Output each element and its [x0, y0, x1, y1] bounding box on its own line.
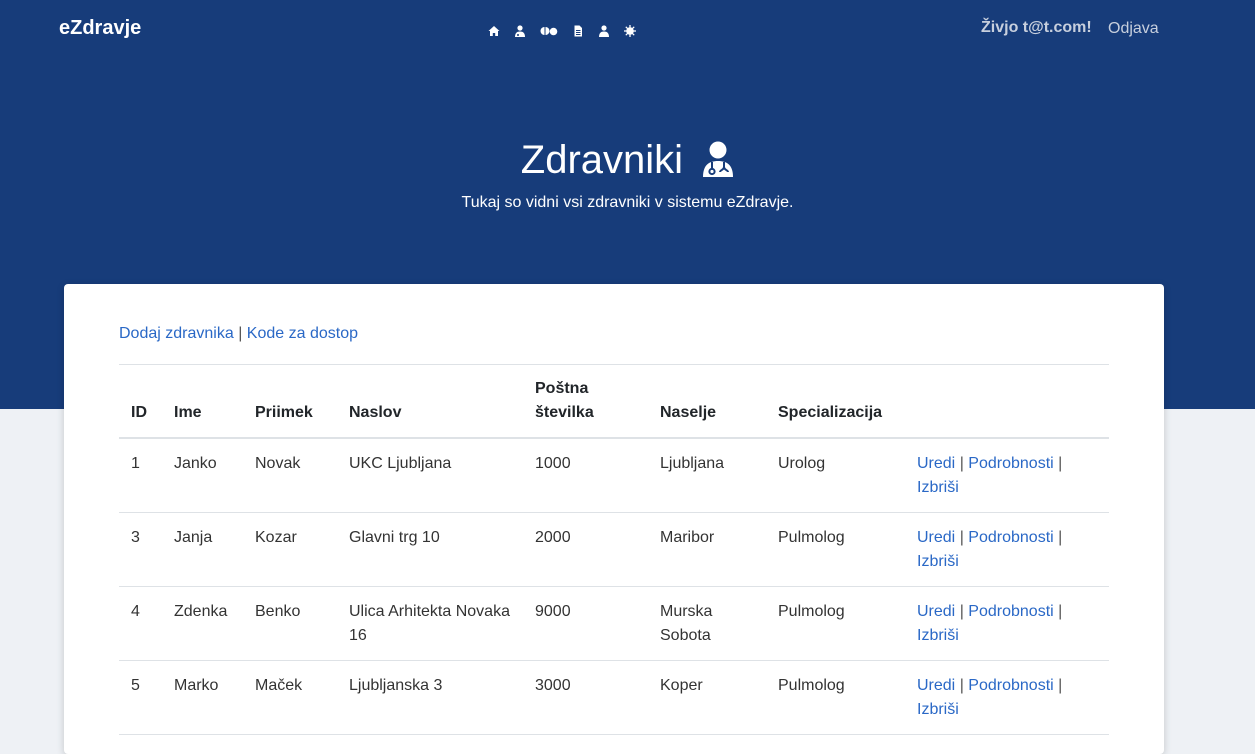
doctor-icon	[703, 141, 734, 177]
column-header-id: ID	[119, 365, 162, 439]
column-header-naselje: Naselje	[648, 365, 766, 439]
cell-postna-stevilka: 2000	[523, 512, 648, 587]
edit-link[interactable]: Uredi	[917, 603, 955, 620]
cell-priimek: Novak	[243, 438, 337, 513]
cell-id: 5	[119, 660, 162, 735]
column-header-specializacija: Specializacija	[766, 365, 905, 439]
cell-postna-stevilka: 3000	[523, 660, 648, 735]
details-link[interactable]: Podrobnosti	[968, 529, 1053, 546]
cell-specializacija: Urolog	[766, 438, 905, 513]
cell-naselje: Maribor	[648, 512, 766, 587]
pills-icon[interactable]	[540, 25, 558, 37]
doctors-card: Dodaj zdravnika | Kode za dostop ID Ime …	[64, 284, 1164, 754]
cell-priimek: Kozar	[243, 512, 337, 587]
edit-link[interactable]: Uredi	[917, 529, 955, 546]
table-header-row: ID Ime Priimek Naslov Poštna številka Na…	[119, 365, 1109, 439]
user-icon[interactable]	[598, 25, 610, 37]
table-row: 4 Zdenka Benko Ulica Arhitekta Novaka 16…	[119, 586, 1109, 661]
cell-naslov: Glavni trg 10	[337, 512, 523, 587]
page-title: Zdravniki	[0, 135, 1255, 185]
delete-link[interactable]: Izbriši	[917, 553, 959, 570]
cell-specializacija: Pulmolog	[766, 512, 905, 587]
edit-link[interactable]: Uredi	[917, 677, 955, 694]
cell-priimek: Maček	[243, 660, 337, 735]
column-header-priimek: Priimek	[243, 365, 337, 439]
nav-icons	[488, 23, 636, 39]
separator: |	[959, 677, 964, 694]
cell-naslov: Ulica Arhitekta Novaka 16	[337, 586, 523, 661]
cell-id: 4	[119, 586, 162, 661]
card-actions: Dodaj zdravnika | Kode za dostop	[119, 325, 358, 343]
page-subtitle: Tukaj so vidni vsi zdravniki v sistemu e…	[461, 194, 794, 211]
add-doctor-link[interactable]: Dodaj zdravnika	[119, 325, 234, 342]
delete-link[interactable]: Izbriši	[917, 627, 959, 644]
column-header-ime: Ime	[162, 365, 243, 439]
access-codes-link[interactable]: Kode za dostop	[247, 325, 358, 342]
cell-postna-stevilka: 9000	[523, 586, 648, 661]
cell-ime: Marko	[162, 660, 243, 735]
details-link[interactable]: Podrobnosti	[968, 677, 1053, 694]
cell-actions: Uredi | Podrobnosti | Izbriši	[905, 660, 1109, 735]
details-link[interactable]: Podrobnosti	[968, 455, 1053, 472]
separator: |	[959, 603, 964, 620]
user-greeting: Živjo t@t.com!	[981, 19, 1092, 36]
page-title-text: Zdravniki	[520, 138, 684, 182]
separator: |	[1058, 603, 1063, 620]
table-row: 5 Marko Maček Ljubljanska 3 3000 Koper P…	[119, 660, 1109, 735]
table-row: 3 Janja Kozar Glavni trg 10 2000 Maribor…	[119, 512, 1109, 587]
separator: |	[1058, 455, 1063, 472]
cell-naslov: Ljubljanska 3	[337, 660, 523, 735]
cell-specializacija: Pulmolog	[766, 586, 905, 661]
cell-specializacija: Pulmolog	[766, 660, 905, 735]
separator: |	[1058, 529, 1063, 546]
cell-actions: Uredi | Podrobnosti | Izbriši	[905, 512, 1109, 587]
virus-icon[interactable]	[624, 25, 636, 37]
cell-id: 3	[119, 512, 162, 587]
delete-link[interactable]: Izbriši	[917, 701, 959, 718]
cell-ime: Janko	[162, 438, 243, 513]
cell-ime: Zdenka	[162, 586, 243, 661]
cell-naselje: Koper	[648, 660, 766, 735]
doctors-table: ID Ime Priimek Naslov Poštna številka Na…	[119, 365, 1109, 735]
brand-logo[interactable]: eZdravje	[59, 17, 141, 40]
cell-naselje: Murska Sobota	[648, 586, 766, 661]
logout-link[interactable]: Odjava	[1108, 20, 1159, 38]
table-row: 1 Janko Novak UKC Ljubljana 1000 Ljublja…	[119, 438, 1109, 513]
delete-link[interactable]: Izbriši	[917, 479, 959, 496]
cell-naselje: Ljubljana	[648, 438, 766, 513]
cell-naslov: UKC Ljubljana	[337, 438, 523, 513]
cell-actions: Uredi | Podrobnosti | Izbriši	[905, 586, 1109, 661]
column-header-actions	[905, 365, 1109, 439]
cell-id: 1	[119, 438, 162, 513]
doctor-icon[interactable]	[514, 25, 526, 37]
separator: |	[959, 455, 964, 472]
separator: |	[238, 325, 243, 342]
cell-priimek: Benko	[243, 586, 337, 661]
document-icon[interactable]	[572, 25, 584, 37]
edit-link[interactable]: Uredi	[917, 455, 955, 472]
home-icon[interactable]	[488, 25, 500, 37]
cell-actions: Uredi | Podrobnosti | Izbriši	[905, 438, 1109, 513]
cell-ime: Janja	[162, 512, 243, 587]
cell-postna-stevilka: 1000	[523, 438, 648, 513]
column-header-postna-stevilka: Poštna številka	[523, 365, 648, 439]
separator: |	[959, 529, 964, 546]
separator: |	[1058, 677, 1063, 694]
column-header-naslov: Naslov	[337, 365, 523, 439]
details-link[interactable]: Podrobnosti	[968, 603, 1053, 620]
